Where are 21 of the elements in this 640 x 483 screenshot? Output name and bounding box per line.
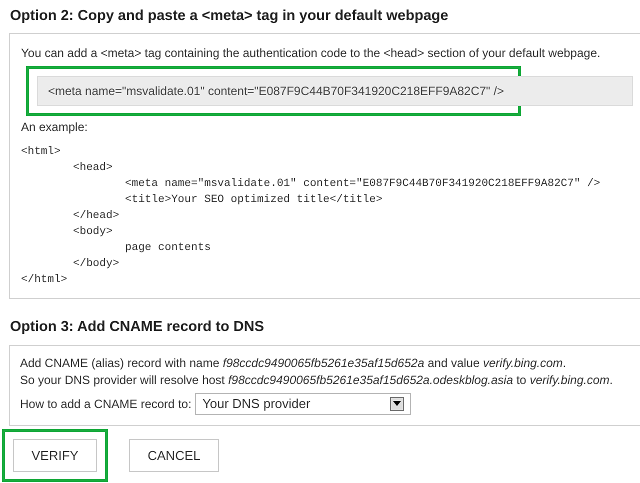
code-line: page contents	[124, 241, 212, 256]
code-line: <head>	[72, 161, 114, 176]
code-line: <meta name="msvalidate.01" content="E087F9C44B70F341920C218EFF9A82C7" />	[124, 177, 602, 192]
code-line: <body>	[72, 225, 114, 240]
meta-tag-box: <meta name="msvalidate.01" content="E087F9C44B70F341920C218EFF9A82C7" />	[37, 76, 633, 106]
info-text: So your DNS provider will resolve host f98ccdc9490065fb5261e35af15d652a.odeskblog.asia to verify.bing.com.	[20, 372, 614, 389]
code-line: <title>Your SEO optimized title</title>	[124, 193, 384, 208]
code-line: <html>	[21, 145, 62, 160]
example-label: An example:	[21, 119, 89, 136]
select-label: How to add a CNAME record to:	[20, 396, 192, 413]
intro-text: You can add a <meta> tag containing the authentication code to the <head> section of your default webpage.	[21, 45, 602, 62]
section-heading: Option 2: Copy and paste a <meta> tag in your default webpage	[9, 7, 450, 26]
info-text: Add CNAME (alias) record with name f98ccdc9490065fb5261e35af15d652a and value verify.bing.com.	[20, 354, 568, 372]
caret-icon	[393, 401, 402, 406]
section-heading: Option 3: Add CNAME record to DNS	[9, 318, 266, 337]
code-line: </head>	[72, 209, 120, 224]
code-line: </html>	[21, 273, 68, 288]
verify-button[interactable]: VERIFY	[13, 438, 97, 472]
provider-select[interactable]: Your DNS provider	[195, 392, 412, 415]
cancel-button[interactable]: CANCEL	[129, 438, 219, 472]
code-line: </body>	[72, 257, 120, 272]
